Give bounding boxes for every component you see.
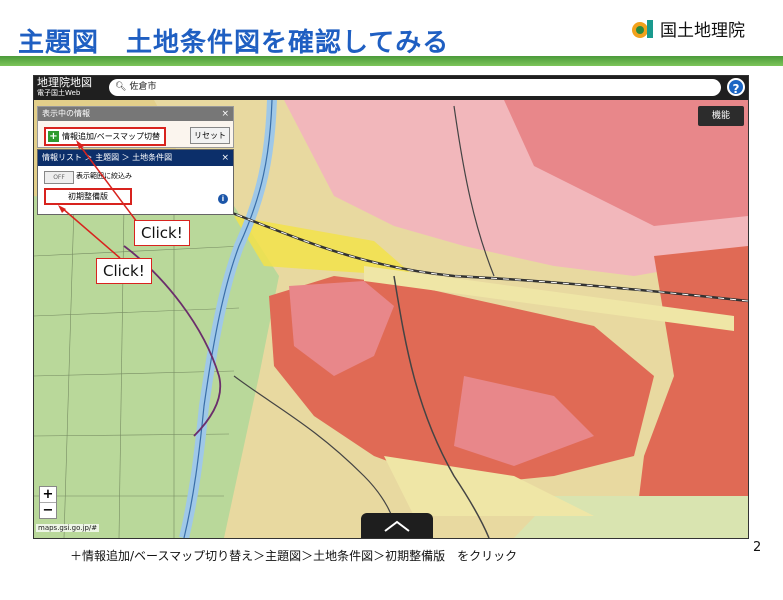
callout-click-2: Click! xyxy=(96,258,152,284)
callout-click-1: Click! xyxy=(134,220,190,246)
page-number: 2 xyxy=(753,540,762,555)
slide-caption: ＋情報追加/ベースマップ切り替え＞主題図＞土地条件図＞初期整備版 をクリック xyxy=(70,549,518,563)
callout-arrows xyxy=(58,140,138,259)
